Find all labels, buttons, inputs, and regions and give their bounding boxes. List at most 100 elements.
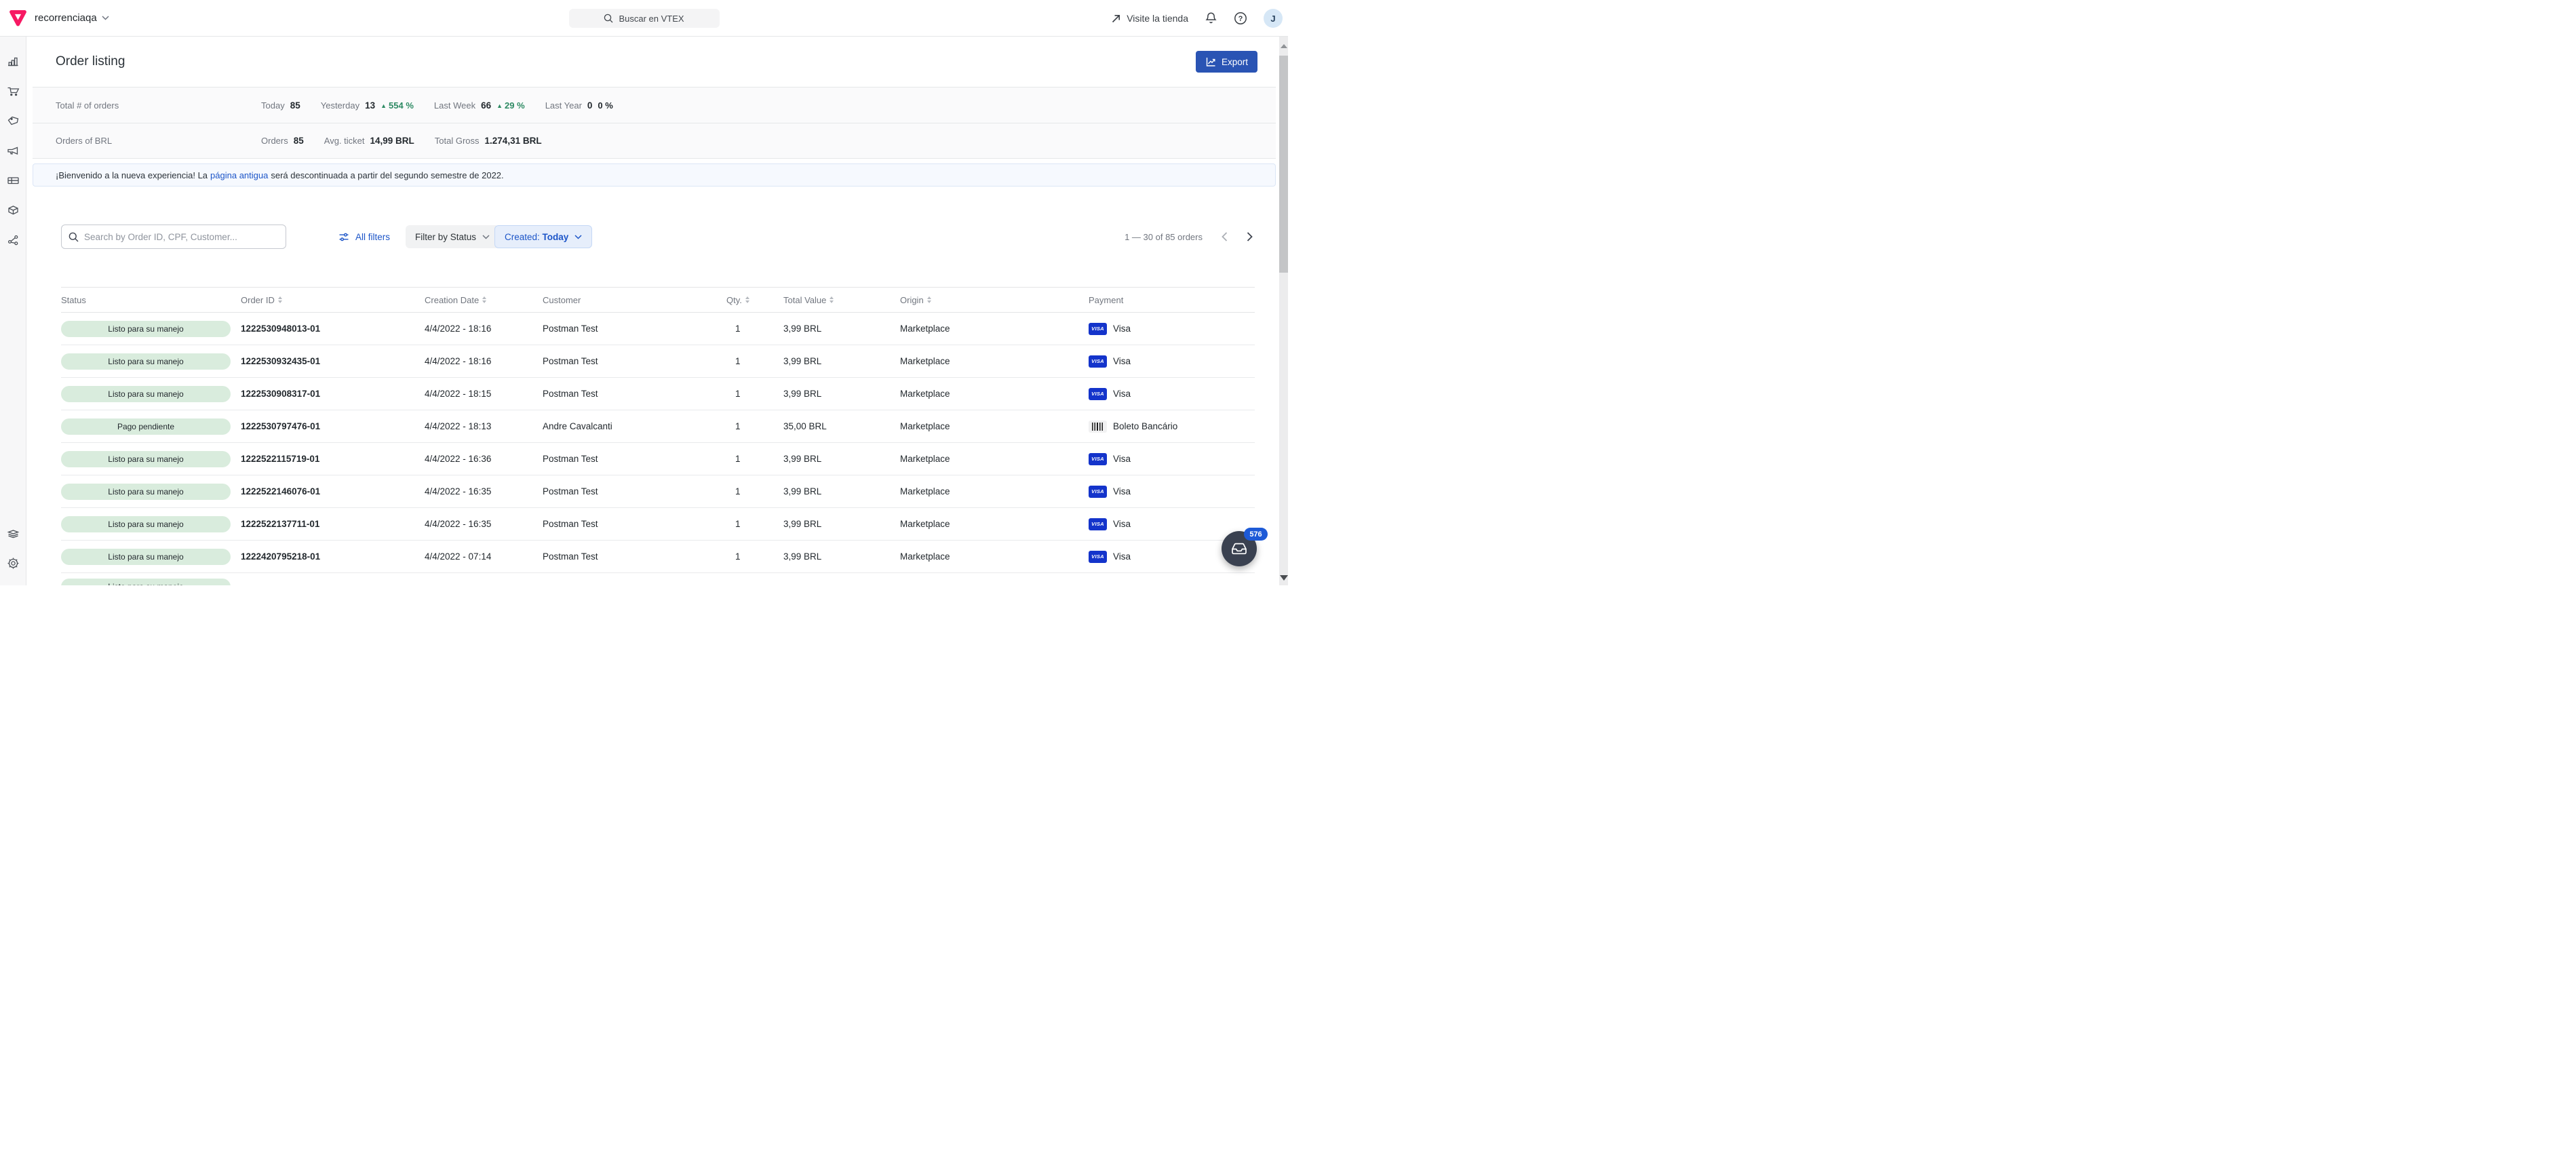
creation-date-cell: 4/4/2022 - 07:14 <box>425 551 543 562</box>
notifications-button[interactable] <box>1205 12 1217 25</box>
table-row[interactable]: Listo para su manejo 1222530908317-01 4/… <box>61 378 1255 410</box>
payment-label: Visa <box>1113 551 1131 562</box>
global-search-placeholder: Buscar en VTEX <box>619 14 684 24</box>
sidebar-item-settings[interactable] <box>0 549 26 577</box>
topbar: recorrenciaqa Buscar en VTEX Visite la t… <box>0 0 1288 37</box>
sidebar-item-catalog[interactable] <box>0 167 26 194</box>
order-id-cell: 1222530948013-01 <box>241 324 425 334</box>
customer-cell: Postman Test <box>543 324 726 334</box>
customer-cell: Postman Test <box>543 454 726 464</box>
bell-icon <box>1205 12 1217 25</box>
stats-row-label: Total # of orders <box>56 100 119 111</box>
payment-cell: Boleto Bancário <box>1089 421 1255 433</box>
created-filter-dropdown[interactable]: Created: Today <box>494 225 592 248</box>
status-cell: Listo para su manejo <box>61 484 241 500</box>
help-button[interactable]: ? <box>1234 12 1247 25</box>
order-search-input[interactable] <box>84 232 279 242</box>
origin-cell: Marketplace <box>900 324 1089 334</box>
table-row[interactable]: Listo para su manejo 1222530932435-01 4/… <box>61 345 1255 378</box>
visa-icon: VISA <box>1089 518 1107 530</box>
payment-cell: VISA Visa <box>1089 486 1255 498</box>
creation-date-cell: 4/4/2022 - 18:16 <box>425 324 543 334</box>
qty-cell: 1 <box>726 421 783 431</box>
customer-cell: Postman Test <box>543 519 726 529</box>
bar-chart-icon <box>7 55 19 67</box>
help-icon: ? <box>1234 12 1247 25</box>
chevron-left-icon <box>1222 232 1228 241</box>
table-row[interactable]: Listo para su manejo 1222522137711-01 4/… <box>61 508 1255 541</box>
share-nodes-icon <box>7 234 20 246</box>
scroll-up-arrow[interactable] <box>1281 44 1287 48</box>
qty-cell: 1 <box>726 519 783 529</box>
column-header-order-id[interactable]: Order ID <box>241 295 425 305</box>
table-body: Listo para su manejo 1222530948013-01 4/… <box>61 313 1255 585</box>
all-filters-button[interactable]: All filters <box>338 225 390 249</box>
status-badge: Listo para su manejo <box>61 484 231 500</box>
column-header-creation-date[interactable]: Creation Date <box>425 295 543 305</box>
sidebar-item-marketing[interactable] <box>0 137 26 164</box>
scrollbar-thumb[interactable] <box>1279 56 1288 273</box>
sidebar-item-apps[interactable] <box>0 520 26 547</box>
table-row[interactable]: Pago pendiente 1222530797476-01 4/4/2022… <box>61 410 1255 443</box>
scroll-down-arrow[interactable] <box>1280 575 1288 581</box>
sort-icon <box>830 296 834 303</box>
order-id-cell: 1222522137711-01 <box>241 519 425 529</box>
table-row[interactable]: Listo para su manejo 1222530948013-01 4/… <box>61 313 1255 345</box>
column-header-total-value[interactable]: Total Value <box>783 295 900 305</box>
export-button[interactable]: Export <box>1196 51 1257 73</box>
visa-icon: VISA <box>1089 551 1107 563</box>
column-header-origin[interactable]: Origin <box>900 295 1089 305</box>
sidebar-item-integrations[interactable] <box>0 227 26 254</box>
payment-cell: VISA Visa <box>1089 388 1255 400</box>
visit-store-link[interactable]: Visite la tienda <box>1111 13 1188 24</box>
sidebar-item-orders[interactable] <box>0 77 26 104</box>
payment-label: Visa <box>1113 356 1131 366</box>
status-badge: Listo para su manejo <box>61 321 231 337</box>
sort-icon <box>278 296 282 303</box>
next-page-button[interactable] <box>1247 232 1253 241</box>
table-row[interactable]: Listo para su manejo 1222522115719-01 4/… <box>61 443 1255 475</box>
creation-date-cell: 4/4/2022 - 16:36 <box>425 454 543 464</box>
old-page-link[interactable]: página antigua <box>210 170 268 180</box>
visa-icon: VISA <box>1089 486 1107 498</box>
metric-orders: Orders 85 <box>261 136 304 146</box>
order-id-cell: 1222530932435-01 <box>241 356 425 366</box>
welcome-banner: ¡Bienvenido a la nueva experiencia! La p… <box>33 163 1276 187</box>
global-search[interactable]: Buscar en VTEX <box>569 9 720 28</box>
order-id-cell: 1222530908317-01 <box>241 389 425 399</box>
vtex-logo-icon[interactable] <box>9 10 26 26</box>
payment-label: Visa <box>1113 389 1131 399</box>
metric-last-year: Last Year 0 0 % <box>545 100 613 111</box>
metric-last-week: Last Week 66 29 % <box>434 100 525 111</box>
status-cell: Listo para su manejo <box>61 321 241 337</box>
paginator: 1 — 30 of 85 orders <box>1125 225 1253 249</box>
filter-by-status-dropdown[interactable]: Filter by Status <box>406 225 499 248</box>
total-value-cell: 3,99 BRL <box>783 324 900 334</box>
status-cell: Listo para su manejo <box>61 549 241 565</box>
sidebar-item-promotions[interactable] <box>0 107 26 134</box>
payment-label: Visa <box>1113 486 1131 496</box>
status-cell: Listo para su manejo <box>61 353 241 370</box>
total-value-cell: 3,99 BRL <box>783 486 900 496</box>
sort-icon <box>482 296 486 303</box>
qty-cell: 1 <box>726 486 783 496</box>
user-avatar[interactable]: J <box>1264 9 1283 28</box>
table-row[interactable]: Listo para su manejo 1222420795218-01 4/… <box>61 541 1255 573</box>
sidebar-item-analytics[interactable] <box>0 47 26 75</box>
column-header-qty[interactable]: Qty. <box>726 295 783 305</box>
table-row[interactable]: Listo para su manejo 1222522146076-01 4/… <box>61 475 1255 508</box>
delta-up: 554 % <box>380 100 414 111</box>
origin-cell: Marketplace <box>900 421 1089 431</box>
status-cell: Pago pendiente <box>61 418 241 435</box>
visa-icon: VISA <box>1089 453 1107 465</box>
delta-up: 29 % <box>496 100 525 111</box>
page-title: Order listing <box>56 54 125 69</box>
customer-cell: Postman Test <box>543 356 726 366</box>
table-row[interactable]: Listo para su manejo <box>61 573 1255 585</box>
chevron-right-icon <box>1247 232 1253 241</box>
previous-page-button[interactable] <box>1222 232 1228 241</box>
account-switcher[interactable]: recorrenciaqa <box>0 10 109 26</box>
pagination-label: 1 — 30 of 85 orders <box>1125 232 1203 242</box>
page-header: Order listing Export <box>26 37 1288 87</box>
sidebar-item-products[interactable] <box>0 197 26 224</box>
